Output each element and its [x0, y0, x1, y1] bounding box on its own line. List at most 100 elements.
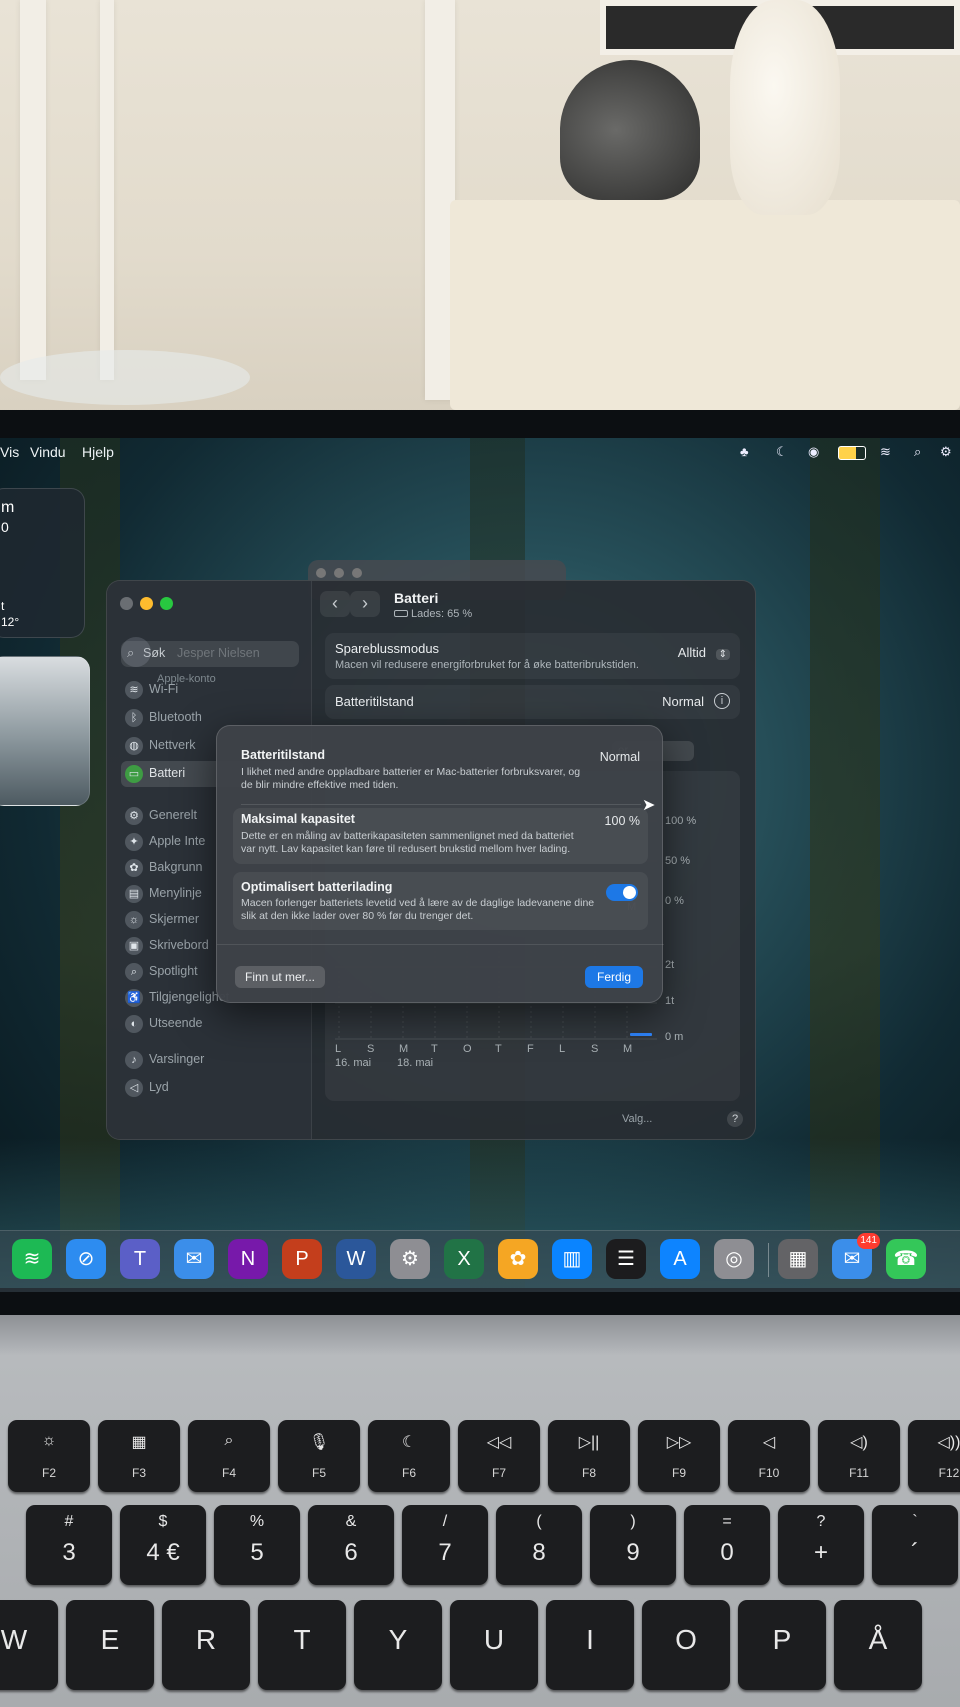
focus-icon[interactable]: ♣ — [740, 444, 749, 459]
key-icon: ◁) — [850, 1434, 868, 1451]
key-letter: Å — [868, 1624, 888, 1655]
key-r[interactable]: R — [162, 1600, 250, 1690]
learn-more-button[interactable]: Finn ut mer... — [235, 966, 325, 988]
dock-app-safari-icon[interactable]: ⊘ — [66, 1239, 106, 1279]
divider — [217, 944, 664, 945]
sidebar-item-varslinger[interactable]: ♪ Varslinger — [121, 1047, 303, 1073]
key-11[interactable]: ? + — [778, 1505, 864, 1585]
dock-app-telefon-icon[interactable]: ☎ — [886, 1239, 926, 1279]
zoom-button[interactable] — [160, 597, 173, 610]
key-f6[interactable]: ☾ F6 — [368, 1420, 450, 1492]
photo-scene: Vis Vindu Hjelp ♣ ☾ ◉ ≋ ⌕ ⚙ m 0 t 12° ⌕ … — [0, 0, 960, 1707]
key-p[interactable]: P — [738, 1600, 826, 1690]
dock-app-systeminnstillinger-icon[interactable]: ⚙ — [390, 1239, 430, 1279]
menu-vis[interactable]: Vis — [0, 444, 19, 460]
sidebar-item-wi-fi[interactable]: ≋ Wi-Fi — [121, 677, 303, 703]
key-f5[interactable]: 🎙 F5 — [278, 1420, 360, 1492]
done-button[interactable]: Ferdig — [585, 966, 643, 988]
batteritilstand-title: Batteritilstand — [335, 694, 414, 709]
key-10[interactable]: = 0 — [684, 1505, 770, 1585]
dock-app-powerpoint-icon[interactable]: P — [282, 1239, 322, 1279]
dock-app-excel-icon[interactable]: X — [444, 1239, 484, 1279]
menu-vindu[interactable]: Vindu — [30, 444, 66, 460]
battery-icon[interactable] — [838, 446, 866, 460]
key-6[interactable]: & 6 — [308, 1505, 394, 1585]
spareblus-value: Alltid — [677, 645, 706, 660]
day-label: T — [431, 1043, 438, 1055]
key-12[interactable]: ` ´ — [872, 1505, 958, 1585]
battery-status-icon — [394, 610, 408, 617]
key-f7[interactable]: ◁◁ F7 — [458, 1420, 540, 1492]
date-label: 18. mai — [397, 1057, 434, 1069]
sidebar-item-label: Nettverk — [149, 738, 196, 752]
key-e[interactable]: E — [66, 1600, 154, 1690]
key-7[interactable]: /7 — [402, 1505, 488, 1585]
key-i[interactable]: I — [546, 1600, 634, 1690]
sidebar-item-lyd[interactable]: ◁ Lyd — [121, 1075, 303, 1101]
batteritilstand-value: Normal — [662, 694, 704, 709]
dock-app-spotify-icon[interactable]: ≋ — [12, 1239, 52, 1279]
dock-app-disk-icon[interactable]: ◎ — [714, 1239, 754, 1279]
back-button[interactable]: ‹ — [320, 591, 350, 617]
key-main-char: 0 — [720, 1539, 734, 1566]
key-9[interactable]: ) 9 — [590, 1505, 676, 1585]
optimized-toggle[interactable] — [606, 884, 638, 901]
key-f12[interactable]: ◁)) F12 — [908, 1420, 960, 1492]
dock-app-mail-icon[interactable]: ✉ 141 — [832, 1233, 880, 1279]
photo-widget[interactable] — [0, 656, 90, 806]
day-label: M — [623, 1043, 633, 1055]
key-8[interactable]: (8 — [496, 1505, 582, 1585]
globe-icon: ◍ — [125, 737, 143, 755]
weather-widget[interactable]: m 0 t 12° — [0, 488, 85, 638]
dock-app-app-store-icon[interactable]: A — [660, 1239, 700, 1279]
search-icon[interactable]: ⌕ — [914, 444, 921, 460]
dock-app-files-icon[interactable]: ▥ — [552, 1239, 592, 1279]
help-button[interactable]: ? — [727, 1111, 743, 1127]
key-f10[interactable]: ◁ F10 — [728, 1420, 810, 1492]
wifi-icon[interactable]: ≋ — [880, 444, 891, 460]
sparkle-icon: ✦ — [125, 833, 143, 851]
key-f2[interactable]: ☼ F2 — [8, 1420, 90, 1492]
key-3[interactable]: #3 — [26, 1505, 112, 1585]
dock-app-kalkulator-icon[interactable]: ▦ — [778, 1239, 818, 1279]
sidebar-item-utseende[interactable]: ◐ Utseende — [121, 1011, 303, 1037]
key-label: F7 — [491, 1466, 506, 1480]
key-5[interactable]: % 5 — [214, 1505, 300, 1585]
sidebar-item-label: Bakgrunn — [149, 860, 203, 874]
dock-app-bilder-icon[interactable]: ✿ — [498, 1239, 538, 1279]
forward-button[interactable]: › — [350, 591, 380, 617]
avatar[interactable] — [121, 637, 151, 667]
key-o[interactable]: O — [642, 1600, 730, 1690]
mail-badge: 141 — [857, 1233, 880, 1249]
moon-icon[interactable]: ☾ — [776, 444, 788, 460]
media-icon[interactable]: ◉ — [808, 444, 819, 460]
key-f11[interactable]: ◁) F11 — [818, 1420, 900, 1492]
dock-separator — [768, 1243, 769, 1277]
key-u[interactable]: U — [450, 1600, 538, 1690]
menu-hjelp[interactable]: Hjelp — [82, 444, 114, 460]
sidebar-item-label: Utseende — [149, 1016, 203, 1030]
options-button-partial[interactable]: Valg... — [622, 1113, 652, 1125]
key-t[interactable]: T — [258, 1600, 346, 1690]
key-4[interactable]: $4 € — [120, 1505, 206, 1585]
key-y[interactable]: Y — [354, 1600, 442, 1690]
key-f4[interactable]: ⌕ F4 — [188, 1420, 270, 1492]
spareblus-select[interactable]: Alltid ⇕ — [678, 645, 730, 660]
close-button[interactable] — [120, 597, 133, 610]
dock-app-stocks-icon[interactable]: ☰ — [606, 1239, 646, 1279]
key-f9[interactable]: ▷▷ F9 — [638, 1420, 720, 1492]
key-w[interactable]: W — [0, 1600, 58, 1690]
key-å[interactable]: Å — [834, 1600, 922, 1690]
minimize-button[interactable] — [140, 597, 153, 610]
key-shift-char: ) — [630, 1513, 636, 1530]
dock-app-onenote-icon[interactable]: N — [228, 1239, 268, 1279]
key-f8[interactable]: ▷|| F8 — [548, 1420, 630, 1492]
dock-app-mail-icon[interactable]: ✉ — [174, 1239, 214, 1279]
dock-app-word-icon[interactable]: W — [336, 1239, 376, 1279]
key-main-char: 4 € — [146, 1539, 180, 1566]
key-f3[interactable]: ▦ F3 — [98, 1420, 180, 1492]
info-icon[interactable]: i — [714, 693, 730, 709]
control-center-icon[interactable]: ⚙ — [940, 444, 952, 460]
dock-app-teams-icon[interactable]: T — [120, 1239, 160, 1279]
key-letter: W — [0, 1624, 28, 1655]
